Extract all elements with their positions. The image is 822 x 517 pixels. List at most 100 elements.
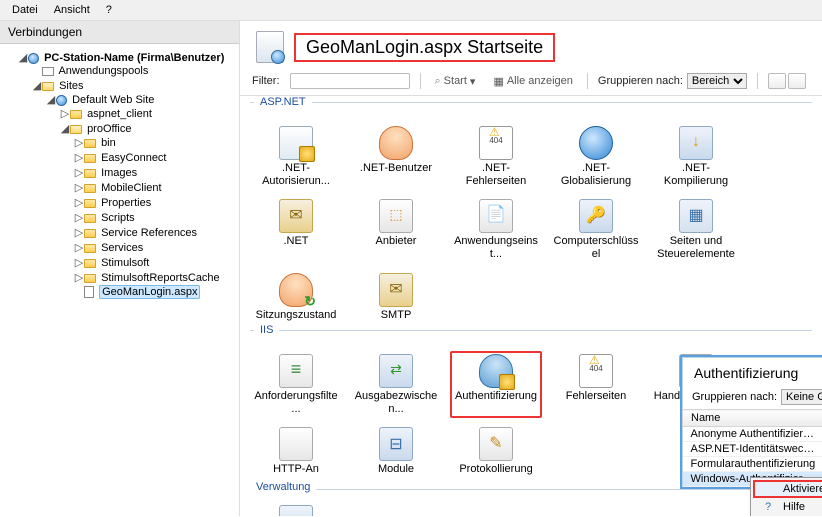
table-row[interactable]: Anonyme AuthentifizierungAktiviert xyxy=(683,427,822,442)
tree-sites[interactable]: Sites xyxy=(59,80,83,92)
tree-item[interactable]: Images xyxy=(101,167,137,179)
tree-item[interactable]: MobileClient xyxy=(101,182,162,194)
folder-icon xyxy=(84,154,96,163)
tree-item[interactable]: bin xyxy=(101,137,116,149)
feature-session-state[interactable]: Sitzungszustand xyxy=(250,270,342,325)
tree-toggle[interactable]: ▷ xyxy=(74,166,84,179)
tree-toggle[interactable]: ◢ xyxy=(32,79,42,92)
tree-item[interactable]: Services xyxy=(101,242,143,254)
feature-net-more[interactable]: .NET xyxy=(250,196,342,263)
feature-http[interactable]: HTTP-An xyxy=(250,424,342,479)
tree-item[interactable]: EasyConnect xyxy=(101,152,166,164)
folder-icon xyxy=(70,110,82,119)
folder-icon xyxy=(84,274,96,283)
filter-start-button[interactable]: ⌕Start ▾ xyxy=(431,74,480,89)
menu-view[interactable]: Ansicht xyxy=(46,2,98,18)
tree-toggle[interactable]: ▷ xyxy=(74,226,84,239)
menubar: Datei Ansicht ? xyxy=(0,0,822,21)
provider-icon xyxy=(379,199,413,233)
view-large-icons-button[interactable] xyxy=(768,73,786,89)
show-all-button[interactable]: ▦Alle anzeigen xyxy=(489,74,576,89)
tree-toggle[interactable]: ◢ xyxy=(60,122,70,135)
mail-icon xyxy=(379,273,413,307)
feature-net-users[interactable]: .NET-Benutzer xyxy=(350,123,442,190)
tree-toggle[interactable]: ▷ xyxy=(74,241,84,254)
tree-toggle[interactable]: ◢ xyxy=(46,93,56,106)
tree-aspnet-client[interactable]: aspnet_client xyxy=(87,108,152,120)
feature-modules[interactable]: Module xyxy=(350,424,442,479)
server-icon xyxy=(28,53,39,64)
tree-toggle[interactable]: ▷ xyxy=(74,196,84,209)
feature-net-compilation[interactable]: .NET-Kompilierung xyxy=(650,123,742,190)
tree-item[interactable]: Stimulsoft xyxy=(101,257,149,269)
tree-item[interactable]: Properties xyxy=(101,197,151,209)
context-menu-activate[interactable]: Aktivieren xyxy=(753,480,822,498)
view-details-button[interactable] xyxy=(788,73,806,89)
col-name[interactable]: Name xyxy=(683,410,822,427)
tree-prooffice[interactable]: proOffice xyxy=(87,123,131,135)
group-by-select[interactable]: Bereich xyxy=(687,73,747,89)
filter-input[interactable] xyxy=(290,73,410,89)
tree-toggle[interactable]: ▷ xyxy=(74,136,84,149)
tree-item-selected[interactable]: GeoManLogin.aspx xyxy=(99,285,200,299)
popup-group-label: Gruppieren nach: xyxy=(692,391,777,403)
tree-toggle[interactable]: ▷ xyxy=(60,107,70,120)
tree-item[interactable]: Service References xyxy=(101,227,197,239)
separator xyxy=(420,73,421,89)
feature-error-pages[interactable]: Fehlerseiten xyxy=(550,351,642,418)
separator xyxy=(587,73,588,89)
feature-request-filtering[interactable]: Anforderungsfilte... xyxy=(250,351,342,418)
config-icon xyxy=(279,505,313,516)
feature-net-globalization[interactable]: .NET-Globalisierung xyxy=(550,123,642,190)
tree-item[interactable]: StimulsoftReportsCache xyxy=(101,272,220,284)
folder-icon xyxy=(84,184,96,193)
tree-toggle[interactable]: ▷ xyxy=(74,151,84,164)
feature-config-editor[interactable]: Konfigurations-Edi... xyxy=(250,502,342,516)
folder-icon xyxy=(84,169,96,178)
tree-item[interactable]: Scripts xyxy=(101,212,135,224)
feature-pages-controls[interactable]: Seiten und Steuerelemente xyxy=(650,196,742,263)
user-icon xyxy=(379,126,413,160)
table-row[interactable]: FormularauthentifizierungDeaktiviertHTTP… xyxy=(683,457,822,472)
menu-help[interactable]: ? xyxy=(98,2,120,18)
feature-authentication[interactable]: Authentifizierung xyxy=(450,351,542,418)
error-icon xyxy=(579,354,613,388)
site-icon xyxy=(56,95,67,106)
http-icon xyxy=(279,427,313,461)
logging-icon xyxy=(479,427,513,461)
module-icon xyxy=(379,427,413,461)
controls-icon xyxy=(679,199,713,233)
help-icon: ? xyxy=(759,501,777,513)
feature-smtp[interactable]: SMTP xyxy=(350,270,442,325)
authentication-popup: Authentifizierung Gruppieren nach: Keine… xyxy=(680,355,822,489)
tree-root[interactable]: PC-Station-Name (Firma\Benutzer) xyxy=(44,52,224,64)
popup-title: Authentifizierung xyxy=(682,357,822,387)
feature-machine-key[interactable]: Computerschlüssel xyxy=(550,196,642,263)
file-icon xyxy=(84,286,94,298)
net-icon xyxy=(279,199,313,233)
page-title-icon xyxy=(256,31,284,63)
tree-toggle[interactable]: ▷ xyxy=(74,256,84,269)
tree-toggle[interactable]: ◢ xyxy=(18,51,28,64)
session-icon xyxy=(279,273,313,307)
tree-toggle[interactable]: ▷ xyxy=(74,211,84,224)
folder-icon xyxy=(84,214,96,223)
context-menu-help[interactable]: ? Hilfe xyxy=(753,498,822,516)
popup-group-select[interactable]: Keine Gruppierung xyxy=(781,389,822,405)
feature-logging[interactable]: Protokollierung xyxy=(450,424,542,479)
feature-net-error-pages[interactable]: .NET-Fehlerseiten xyxy=(450,123,542,190)
feature-providers[interactable]: Anbieter xyxy=(350,196,442,263)
menu-file[interactable]: Datei xyxy=(4,2,46,18)
folder-icon xyxy=(84,229,96,238)
feature-net-authorization[interactable]: .NET-Autorisierun... xyxy=(250,123,342,190)
folder-icon xyxy=(42,82,54,91)
tree-toggle[interactable]: ▷ xyxy=(74,271,84,284)
tree-toggle[interactable]: ▷ xyxy=(74,181,84,194)
feature-output-caching[interactable]: Ausgabezwischen... xyxy=(350,351,442,418)
tree-app-pools[interactable]: Anwendungspools xyxy=(58,65,148,77)
tree-default-site[interactable]: Default Web Site xyxy=(72,94,154,106)
table-row[interactable]: ASP.NET-IdentitätswechselDeaktiviert xyxy=(683,442,822,457)
feature-app-settings[interactable]: Anwendungseinst... xyxy=(450,196,542,263)
settings-icon xyxy=(479,199,513,233)
folder-icon xyxy=(84,139,96,148)
